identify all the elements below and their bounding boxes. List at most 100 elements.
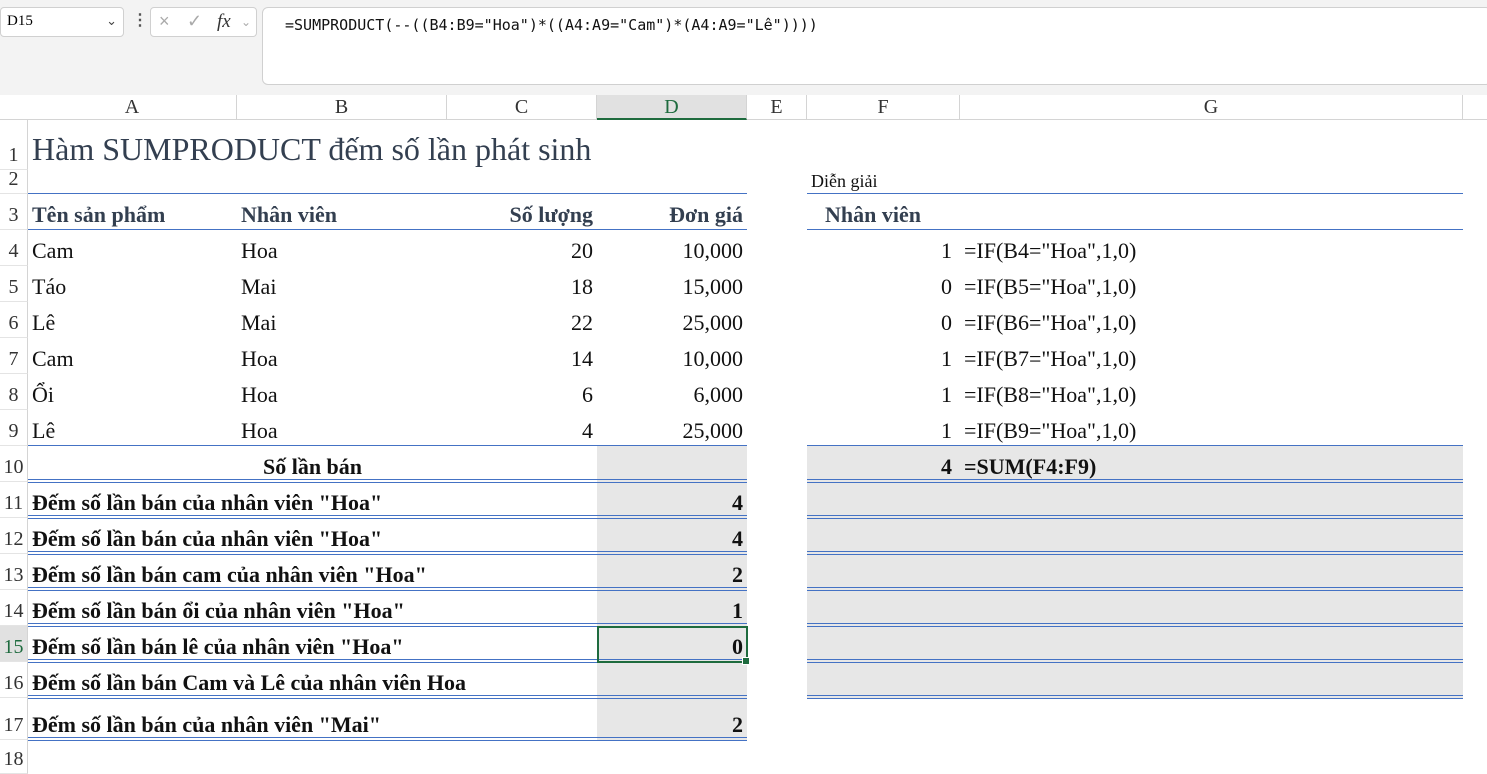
cell-c4[interactable]: 20 [447, 230, 597, 266]
row-header-13[interactable]: 13 [0, 554, 28, 590]
cell-b4[interactable]: Hoa [237, 230, 447, 266]
cell-f10[interactable]: 4 [807, 446, 956, 482]
cell-a7[interactable]: Cam [28, 338, 237, 374]
more-options-icon[interactable]: ⋮ [132, 10, 148, 30]
cell-g5[interactable]: =IF(B5="Hoa",1,0) [960, 266, 1460, 302]
cell-value: 6 [582, 382, 593, 407]
cell-a8[interactable]: Ổi [28, 374, 237, 410]
column-header-c[interactable]: C [447, 95, 597, 120]
cell-value: Số lần bán [262, 454, 363, 479]
column-header-a[interactable]: A [28, 95, 237, 120]
cell-value: Đếm số lần bán của nhân viên "Hoa" [32, 526, 383, 551]
cell-d17[interactable]: 2 [597, 698, 747, 740]
cell-f2[interactable]: Diễn giải [807, 170, 1007, 194]
column-header-g[interactable]: G [960, 95, 1463, 120]
cell-d6[interactable]: 25,000 [597, 302, 747, 338]
cell-a13[interactable]: Đếm số lần bán cam của nhân viên "Hoa" [28, 554, 597, 590]
cell-d11[interactable]: 4 [597, 482, 747, 518]
cell-f4[interactable]: 1 [807, 230, 956, 266]
cell-value: Mai [241, 310, 277, 335]
cell-d8[interactable]: 6,000 [597, 374, 747, 410]
cell-d3[interactable]: Đơn giá [597, 194, 747, 230]
cell-a4[interactable]: Cam [28, 230, 237, 266]
cell-g4[interactable]: =IF(B4="Hoa",1,0) [960, 230, 1460, 266]
cell-a1[interactable]: Hàm SUMPRODUCT đếm số lần phát sinh [28, 120, 728, 170]
cell-b6[interactable]: Mai [237, 302, 447, 338]
cell-a15[interactable]: Đếm số lần bán lê của nhân viên "Hoa" [28, 626, 597, 662]
cell-c7[interactable]: 14 [447, 338, 597, 374]
cell-a14[interactable]: Đếm số lần bán ổi của nhân viên "Hoa" [28, 590, 597, 626]
cell-d9[interactable]: 25,000 [597, 410, 747, 446]
cancel-icon[interactable]: × [159, 11, 170, 32]
cell-g8[interactable]: =IF(B8="Hoa",1,0) [960, 374, 1460, 410]
row-header-3[interactable]: 3 [0, 194, 28, 230]
cell-a17[interactable]: Đếm số lần bán của nhân viên "Mai" [28, 698, 597, 740]
row-header-15[interactable]: 15 [0, 626, 28, 662]
row-header-2[interactable]: 2 [0, 168, 28, 194]
cell-c5[interactable]: 18 [447, 266, 597, 302]
row-header-16[interactable]: 16 [0, 662, 28, 698]
cell-f8[interactable]: 1 [807, 374, 956, 410]
cell-g9[interactable]: =IF(B9="Hoa",1,0) [960, 410, 1460, 446]
cell-f7[interactable]: 1 [807, 338, 956, 374]
column-header-d[interactable]: D [597, 95, 747, 120]
cell-d12[interactable]: 4 [597, 518, 747, 554]
cell-a12[interactable]: Đếm số lần bán của nhân viên "Hoa" [28, 518, 597, 554]
cell-d5[interactable]: 15,000 [597, 266, 747, 302]
cell-f9[interactable]: 1 [807, 410, 956, 446]
cell-b7[interactable]: Hoa [237, 338, 447, 374]
row-header-1[interactable]: 1 [0, 120, 28, 170]
chevron-down-icon[interactable]: ⌄ [106, 13, 117, 29]
cell-b3[interactable]: Nhân viên [237, 194, 447, 230]
enter-icon[interactable]: ✓ [187, 11, 202, 32]
column-header-f[interactable]: F [807, 95, 960, 120]
cell-f5[interactable]: 0 [807, 266, 956, 302]
cell-value: Đếm số lần bán của nhân viên "Mai" [32, 712, 381, 737]
column-header-e[interactable]: E [747, 95, 807, 120]
cell-g6[interactable]: =IF(B6="Hoa",1,0) [960, 302, 1460, 338]
cell-b8[interactable]: Hoa [237, 374, 447, 410]
row-header-9[interactable]: 9 [0, 410, 28, 446]
row-header-7[interactable]: 7 [0, 338, 28, 374]
name-box[interactable]: D15 ⌄ [0, 7, 124, 37]
row-header-10[interactable]: 10 [0, 446, 28, 482]
cell-c9[interactable]: 4 [447, 410, 597, 446]
cell-a10[interactable]: Số lần bán [28, 446, 597, 482]
cell-c6[interactable]: 22 [447, 302, 597, 338]
row-header-17[interactable]: 17 [0, 698, 28, 740]
column-header-b[interactable]: B [237, 95, 447, 120]
cell-d14[interactable]: 1 [597, 590, 747, 626]
row-header-11[interactable]: 11 [0, 482, 28, 518]
cell-g10[interactable]: =SUM(F4:F9) [960, 446, 1460, 482]
cell-a16[interactable]: Đếm số lần bán Cam và Lê của nhân viên H… [28, 662, 597, 698]
row-header-4[interactable]: 4 [0, 230, 28, 266]
row-header-8[interactable]: 8 [0, 374, 28, 410]
cell-a9[interactable]: Lê [28, 410, 237, 446]
cell-g7[interactable]: =IF(B7="Hoa",1,0) [960, 338, 1460, 374]
cell-a11[interactable]: Đếm số lần bán của nhân viên "Hoa" [28, 482, 597, 518]
row-header-18[interactable]: 18 [0, 740, 28, 774]
cell-value: 0 [941, 274, 952, 299]
cell-b9[interactable]: Hoa [237, 410, 447, 446]
cell-d4[interactable]: 10,000 [597, 230, 747, 266]
formula-input[interactable]: =SUMPRODUCT(--((B4:B9="Hoa")*((A4:A9="Ca… [262, 7, 1487, 85]
cell-d13[interactable]: 2 [597, 554, 747, 590]
cell-c8[interactable]: 6 [447, 374, 597, 410]
chevron-down-icon[interactable]: ⌄ [241, 15, 251, 29]
cell-f3[interactable]: Nhân viên [821, 194, 974, 230]
cell-value: Nhân viên [825, 202, 921, 227]
cell-b5[interactable]: Mai [237, 266, 447, 302]
row-header-6[interactable]: 6 [0, 302, 28, 338]
row-header-12[interactable]: 12 [0, 518, 28, 554]
cell-f6[interactable]: 0 [807, 302, 956, 338]
column-header-h[interactable] [1463, 95, 1487, 120]
cell-c3[interactable]: Số lượng [447, 194, 597, 230]
row-header-5[interactable]: 5 [0, 266, 28, 302]
cell-a3[interactable]: Tên sản phẩm [28, 194, 237, 230]
insert-function-icon[interactable]: fx [217, 11, 231, 33]
row-header-14[interactable]: 14 [0, 590, 28, 626]
cell-a5[interactable]: Táo [28, 266, 237, 302]
cell-d7[interactable]: 10,000 [597, 338, 747, 374]
cell-value: 10,000 [682, 346, 744, 371]
cell-a6[interactable]: Lê [28, 302, 237, 338]
